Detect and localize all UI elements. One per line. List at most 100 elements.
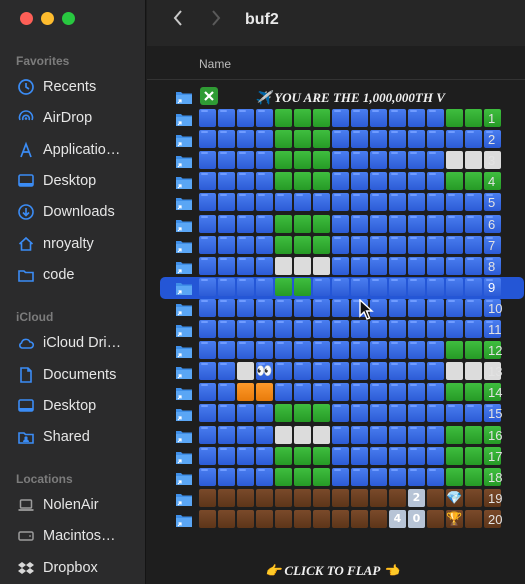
table-row[interactable]: 7	[147, 235, 525, 257]
blue-cell	[408, 236, 425, 254]
blue-cell	[332, 404, 349, 422]
table-row[interactable]: 10	[147, 298, 525, 320]
minimize-window-button[interactable]	[41, 12, 54, 25]
sidebar-item-applications[interactable]: Applicatio…	[8, 136, 140, 164]
table-row[interactable]: 9	[147, 277, 525, 299]
folder-alias-icon	[176, 198, 192, 210]
folder-alias-icon	[176, 325, 192, 337]
blue-cell	[370, 278, 387, 296]
table-row[interactable]: 2 💎 19	[147, 488, 525, 510]
sidebar-item-recents[interactable]: Recents	[8, 73, 140, 101]
sidebar-item-downloads[interactable]: Downloads	[8, 198, 140, 226]
desktop-icon	[17, 397, 35, 415]
folder-alias-icon	[176, 156, 192, 168]
sidebar-item-airdrop[interactable]: AirDrop	[8, 104, 140, 132]
blue-cell	[332, 151, 349, 169]
blue-cell	[446, 193, 463, 211]
blue-cell	[256, 130, 273, 148]
table-row[interactable]: 17	[147, 446, 525, 468]
forward-button[interactable]	[206, 9, 226, 31]
folder-alias-icon	[176, 177, 192, 189]
blue-cell	[256, 320, 273, 338]
green-pipe-cell	[313, 404, 330, 422]
blue-cell	[465, 193, 482, 211]
green-pipe-cell	[313, 109, 330, 127]
blue-cell	[351, 468, 368, 486]
blue-cell	[351, 151, 368, 169]
blue-cell	[218, 299, 235, 317]
table-row[interactable]: 8	[147, 256, 525, 278]
blue-cell	[389, 278, 406, 296]
sidebar-item-macintosh-hd[interactable]: Macintos…	[8, 522, 140, 550]
sidebar-item-documents[interactable]: Documents	[8, 361, 140, 389]
blue-cell	[313, 362, 330, 380]
table-row[interactable]: 2	[147, 129, 525, 151]
column-header-name[interactable]: Name	[199, 57, 231, 71]
chevron-right-icon	[210, 9, 222, 32]
row-number: 13	[488, 364, 503, 379]
bird-eyes-icon: 👀	[256, 362, 273, 380]
folder-alias-icon	[176, 114, 192, 126]
sidebar-item-code[interactable]: code	[8, 261, 140, 289]
banner-row[interactable]: ✈️ YOU ARE THE 1,000,000TH V	[147, 86, 525, 108]
table-row[interactable]: 11	[147, 319, 525, 341]
ground-cell	[313, 489, 330, 507]
sidebar-item-icloud-drive[interactable]: iCloud Dri…	[8, 329, 140, 357]
blue-cell	[408, 383, 425, 401]
green-pipe-cell	[313, 447, 330, 465]
blue-cell	[446, 278, 463, 296]
table-row[interactable]: 👀 13	[147, 361, 525, 383]
blue-cell	[237, 151, 254, 169]
blue-cell	[256, 215, 273, 233]
table-row[interactable]: 4	[147, 171, 525, 193]
table-row[interactable]: 3	[147, 150, 525, 172]
blue-cell	[199, 426, 216, 444]
sidebar-item-dropbox[interactable]: Dropbox	[8, 554, 140, 582]
blue-cell	[199, 172, 216, 190]
zoom-window-button[interactable]	[62, 12, 75, 25]
green-pipe-cell	[446, 468, 463, 486]
white-cloud-cell	[275, 426, 292, 444]
table-row[interactable]: 16	[147, 425, 525, 447]
green-pipe-cell	[275, 151, 292, 169]
row-number: 16	[488, 428, 503, 443]
table-row[interactable]: 14	[147, 382, 525, 404]
sidebar-item-label: AirDrop	[43, 110, 93, 126]
footer-text: 👉 CLICK TO FLAP 👈	[265, 563, 400, 578]
green-pipe-cell	[313, 130, 330, 148]
ground-cell	[218, 510, 235, 528]
ground-cell	[351, 510, 368, 528]
close-window-button[interactable]	[20, 12, 33, 25]
blue-cell	[427, 172, 444, 190]
table-row[interactable]: 1	[147, 108, 525, 130]
sidebar-item-icloud-desktop[interactable]: Desktop	[8, 392, 140, 420]
green-pipe-cell	[313, 236, 330, 254]
table-row[interactable]: 4 0 🏆 20	[147, 509, 525, 531]
sidebar-item-shared[interactable]: Shared	[8, 423, 140, 451]
blue-cell	[256, 468, 273, 486]
table-row[interactable]: 5	[147, 192, 525, 214]
blue-cell	[332, 447, 349, 465]
back-button[interactable]	[168, 9, 188, 31]
table-row[interactable]: 15	[147, 403, 525, 425]
blue-cell	[237, 341, 254, 359]
table-row[interactable]: 12	[147, 340, 525, 362]
sidebar-item-home[interactable]: nroyalty	[8, 230, 140, 258]
cell-strip	[199, 193, 503, 211]
table-row[interactable]: 18	[147, 467, 525, 489]
row-number: 20	[488, 512, 503, 527]
sidebar-item-nolenair[interactable]: NolenAir	[8, 491, 140, 519]
blue-cell	[218, 404, 235, 422]
traffic-lights	[20, 12, 75, 25]
table-row[interactable]: 6	[147, 214, 525, 236]
x-checkbox-icon[interactable]	[200, 87, 218, 105]
footer-row[interactable]: 👉 CLICK TO FLAP 👈	[147, 560, 525, 582]
green-pipe-cell	[446, 109, 463, 127]
row-number: 17	[488, 449, 503, 464]
ground-cell	[332, 489, 349, 507]
sidebar-item-desktop[interactable]: Desktop	[8, 167, 140, 195]
cell-strip	[199, 109, 503, 127]
dropbox-icon	[17, 559, 35, 577]
laptop-icon	[17, 496, 35, 514]
green-pipe-cell	[465, 426, 482, 444]
